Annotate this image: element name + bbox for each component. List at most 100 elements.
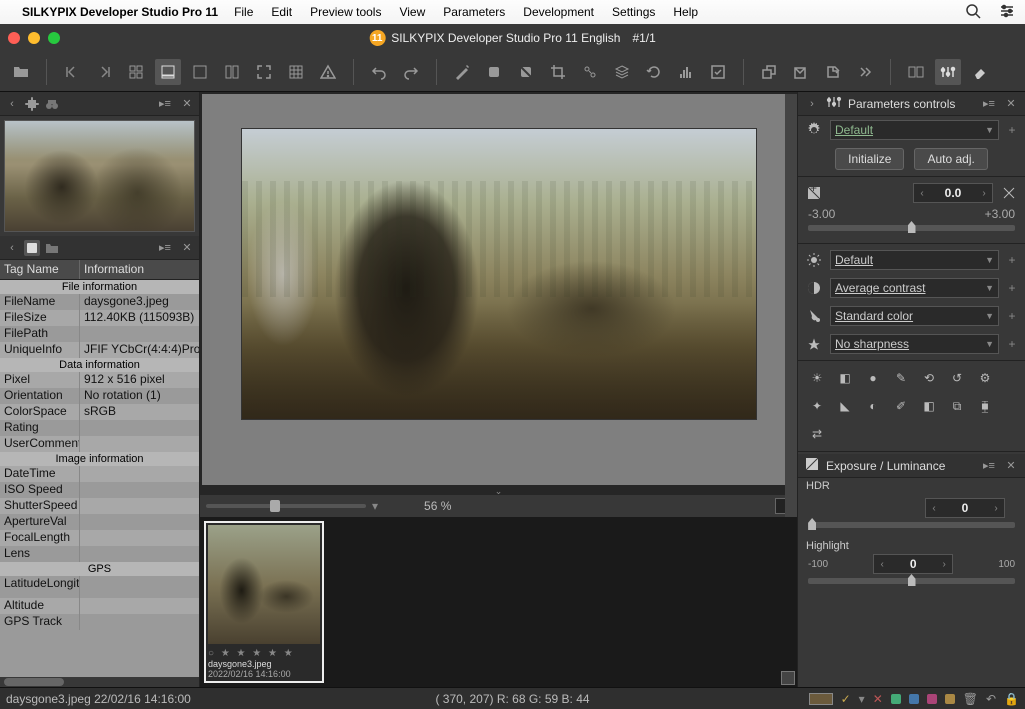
control-center-icon[interactable] [999, 3, 1015, 22]
status-cancel-icon[interactable]: ✕ [873, 692, 883, 706]
binoculars-icon[interactable] [44, 96, 60, 112]
add-sharp-icon[interactable]: + [1005, 337, 1019, 351]
tool-brightness-icon[interactable]: ☀ [808, 369, 826, 387]
spot-tool[interactable] [577, 59, 603, 85]
metadata-scrollbar[interactable] [0, 677, 199, 687]
ev-slider[interactable] [808, 225, 1015, 231]
close-icon[interactable]: ✕ [179, 240, 195, 256]
spotlight-icon[interactable] [965, 3, 981, 22]
tool-tone-icon[interactable]: ◧ [836, 369, 854, 387]
menu-settings[interactable]: Settings [612, 5, 655, 19]
single-view-button[interactable] [155, 59, 181, 85]
auto-tool-3[interactable] [513, 59, 539, 85]
nav-prev-button[interactable] [59, 59, 85, 85]
zoom-slider[interactable] [206, 504, 366, 508]
filmstrip-rating[interactable]: ○ ★ ★ ★ ★ ★ [208, 648, 320, 659]
grid-overlay-button[interactable] [283, 59, 309, 85]
window-close[interactable] [8, 32, 20, 44]
highlight-spinner[interactable]: ‹ 0 › [873, 554, 953, 574]
grid-view-button[interactable] [123, 59, 149, 85]
layers-tool[interactable] [609, 59, 635, 85]
add-color-icon[interactable]: + [1005, 309, 1019, 323]
compare-button[interactable] [903, 59, 929, 85]
layout-2-button[interactable] [219, 59, 245, 85]
tool-pen-icon[interactable]: ✐ [892, 397, 910, 415]
chevron-right-icon[interactable]: › [804, 96, 820, 112]
menu-edit[interactable]: Edit [271, 5, 292, 19]
app-name[interactable]: SILKYPIX Developer Studio Pro 11 [22, 5, 218, 19]
status-dot-blue[interactable] [909, 694, 919, 704]
color-select[interactable]: Standard color▼ [830, 306, 999, 326]
menu-parameters[interactable]: Parameters [443, 5, 505, 19]
crop-tool[interactable] [545, 59, 571, 85]
status-dot-purple[interactable] [927, 694, 937, 704]
preset-select[interactable]: Default▼ [830, 120, 999, 140]
ev-decrease[interactable]: ‹ [914, 188, 930, 199]
tool-gear-icon[interactable]: ⚙ [976, 369, 994, 387]
window-maximize[interactable] [48, 32, 60, 44]
menu-development[interactable]: Development [523, 5, 594, 19]
tool-sync-icon[interactable]: ⇄ [808, 425, 826, 443]
fit-screen-button[interactable] [251, 59, 277, 85]
tool-sphere-icon[interactable]: ● [864, 369, 882, 387]
tool-rotate-icon[interactable]: ⟲ [920, 369, 938, 387]
menu-icon[interactable]: ▸≡ [157, 96, 173, 112]
chevron-left-icon[interactable]: ‹ [4, 96, 20, 112]
warning-button[interactable] [315, 59, 341, 85]
status-check-icon[interactable]: ✓ [841, 692, 851, 706]
status-trash-icon[interactable]: 🗑 [963, 692, 978, 706]
gear-icon[interactable] [804, 120, 824, 140]
info-tab-icon[interactable] [24, 240, 40, 256]
tool-wand-icon[interactable]: ✦ [808, 397, 826, 415]
navigator-thumbnail[interactable] [0, 116, 199, 236]
close-icon[interactable]: ✕ [1003, 96, 1019, 112]
tool-crop-icon[interactable]: ⧯ [976, 397, 994, 415]
auto-adjust-button[interactable]: Auto adj. [914, 148, 987, 170]
export-3[interactable] [820, 59, 846, 85]
more-icon[interactable] [852, 59, 878, 85]
window-minimize[interactable] [28, 32, 40, 44]
contrast-select[interactable]: Average contrast▼ [830, 278, 999, 298]
preview-canvas[interactable] [202, 94, 795, 485]
tool-eraser-icon[interactable]: ◧ [920, 397, 938, 415]
ev-increase[interactable]: › [976, 188, 992, 199]
menu-view[interactable]: View [399, 5, 425, 19]
menu-icon[interactable]: ▸≡ [157, 240, 173, 256]
check-tool[interactable] [705, 59, 731, 85]
hdr-spinner[interactable]: ‹ 0 › [925, 498, 1005, 518]
menu-file[interactable]: File [234, 5, 253, 19]
tool-reset-icon[interactable]: ↺ [948, 369, 966, 387]
rotate-tool[interactable] [641, 59, 667, 85]
menu-icon[interactable]: ▸≡ [981, 96, 997, 112]
filmstrip-item[interactable]: ○ ★ ★ ★ ★ ★ daysgone3.jpeg 2022/02/16 14… [204, 521, 324, 683]
close-icon[interactable]: ✕ [1003, 458, 1019, 474]
open-folder-button[interactable] [8, 59, 34, 85]
status-dot-green[interactable] [891, 694, 901, 704]
puzzle-icon[interactable] [24, 96, 40, 112]
histogram-tool[interactable] [673, 59, 699, 85]
tool-fish-icon[interactable]: ◐ [864, 397, 882, 415]
status-lock-icon[interactable]: 🔒 [1004, 692, 1019, 706]
hdr-increase[interactable]: › [988, 503, 1004, 514]
status-dot-orange[interactable] [945, 694, 955, 704]
highlight-decrease[interactable]: ‹ [874, 559, 890, 570]
nav-next-button[interactable] [91, 59, 117, 85]
tool-clone-icon[interactable]: ⧉ [948, 397, 966, 415]
add-contrast-icon[interactable]: + [1005, 281, 1019, 295]
adjust-button[interactable] [935, 59, 961, 85]
auto-tool-2[interactable] [481, 59, 507, 85]
highlight-slider[interactable] [808, 578, 1015, 584]
menu-icon[interactable]: ▸≡ [981, 458, 997, 474]
highlight-increase[interactable]: › [936, 559, 952, 570]
status-undo-icon[interactable]: ↶ [986, 692, 996, 706]
folder-tab-icon[interactable] [44, 240, 60, 256]
reset-ev-icon[interactable] [999, 183, 1019, 203]
layout-1-button[interactable] [187, 59, 213, 85]
export-2[interactable] [788, 59, 814, 85]
tool-brush-icon[interactable]: ✎ [892, 369, 910, 387]
redo-button[interactable] [398, 59, 424, 85]
undo-button[interactable] [366, 59, 392, 85]
hdr-decrease[interactable]: ‹ [926, 503, 942, 514]
eraser-button[interactable] [967, 59, 993, 85]
wb-select[interactable]: Default▼ [830, 250, 999, 270]
